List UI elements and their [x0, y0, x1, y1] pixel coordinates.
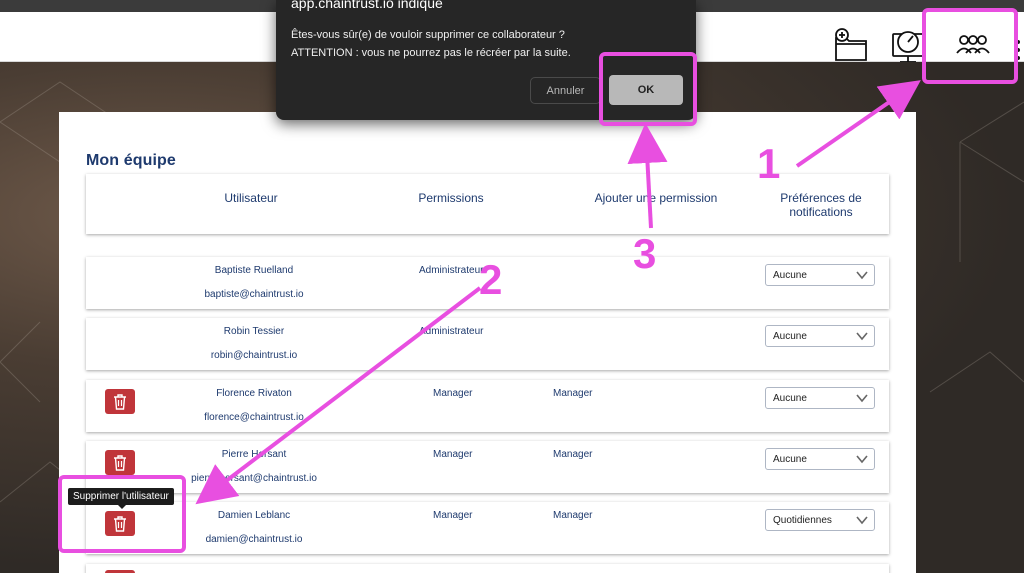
trash-icon: [114, 454, 126, 471]
chevron-down-icon: [856, 455, 868, 464]
annotation-box-delete-button: [58, 475, 186, 553]
notification-value: Quotidiennes: [773, 515, 832, 526]
column-header-notifications-line1: Préférences de: [780, 191, 862, 205]
user-name: Florence Rivaton: [216, 388, 292, 399]
table-row: [86, 564, 889, 573]
added-permission: Manager: [553, 449, 593, 460]
notification-select[interactable]: Aucune: [765, 448, 875, 470]
annotation-step-1: 1: [757, 140, 781, 187]
notification-select[interactable]: Quotidiennes: [765, 509, 875, 531]
dialog-message-line1: Êtes-vous sûr(e) de vouloir supprimer ce…: [291, 29, 565, 41]
notification-select[interactable]: Aucune: [765, 325, 875, 347]
dialog-origin: app.chaintrust.io indique: [291, 0, 443, 11]
annotation-box-team-icon: [922, 8, 1018, 84]
column-header-user: Utilisateur: [224, 191, 278, 205]
column-header-add-permission: Ajouter une permission: [594, 191, 718, 205]
notification-value: Aucune: [773, 393, 807, 404]
user-name: Robin Tessier: [223, 326, 285, 337]
table-row: Pierre Hersant pierre.hersant@chaintrust…: [86, 441, 889, 493]
user-name: Baptiste Ruelland: [214, 265, 294, 276]
cancel-button[interactable]: Annuler: [530, 77, 601, 104]
user-permission: Manager: [433, 510, 473, 521]
notification-value: Aucune: [773, 454, 807, 465]
page-title: Mon équipe: [86, 152, 176, 169]
notification-select[interactable]: Aucune: [765, 387, 875, 409]
added-permission: Manager: [553, 388, 593, 399]
chevron-down-icon: [856, 332, 868, 341]
notification-value: Aucune: [773, 331, 807, 342]
user-email: robin@chaintrust.io: [210, 350, 298, 361]
chevron-down-icon: [856, 271, 868, 280]
user-email: florence@chaintrust.io: [204, 412, 304, 423]
annotation-step-2: 2: [479, 256, 503, 303]
notification-value: Aucune: [773, 270, 807, 281]
delete-user-button[interactable]: [105, 389, 135, 414]
table-row: Florence Rivaton florence@chaintrust.io …: [86, 380, 889, 432]
team-card: Mon équipe Utilisateur Permissions Ajout…: [59, 112, 916, 573]
add-folder-icon[interactable]: [832, 26, 872, 66]
user-permission: Administrateur: [419, 326, 484, 337]
annotation-box-ok-button: [599, 52, 697, 126]
table-row: Damien Leblanc damien@chaintrust.io Mana…: [86, 502, 889, 554]
column-header-permissions: Permissions: [418, 191, 484, 205]
user-permission: Administrateur: [419, 265, 484, 276]
chevron-down-icon: [856, 516, 868, 525]
added-permission: Manager: [553, 510, 593, 521]
table-row: Robin Tessier robin@chaintrust.io Admini…: [86, 318, 889, 370]
user-permission: Manager: [433, 449, 473, 460]
annotation-step-3: 3: [633, 230, 657, 277]
delete-user-button[interactable]: [105, 450, 135, 475]
trash-icon: [114, 393, 126, 410]
user-email: baptiste@chaintrust.io: [204, 289, 304, 300]
column-header-notifications: Préférences de notifications: [756, 191, 886, 219]
user-permission: Manager: [433, 388, 473, 399]
column-header-notifications-line2: notifications: [789, 205, 853, 219]
notification-select[interactable]: Aucune: [765, 264, 875, 286]
user-name: Pierre Hersant: [221, 449, 287, 460]
chevron-down-icon: [856, 394, 868, 403]
